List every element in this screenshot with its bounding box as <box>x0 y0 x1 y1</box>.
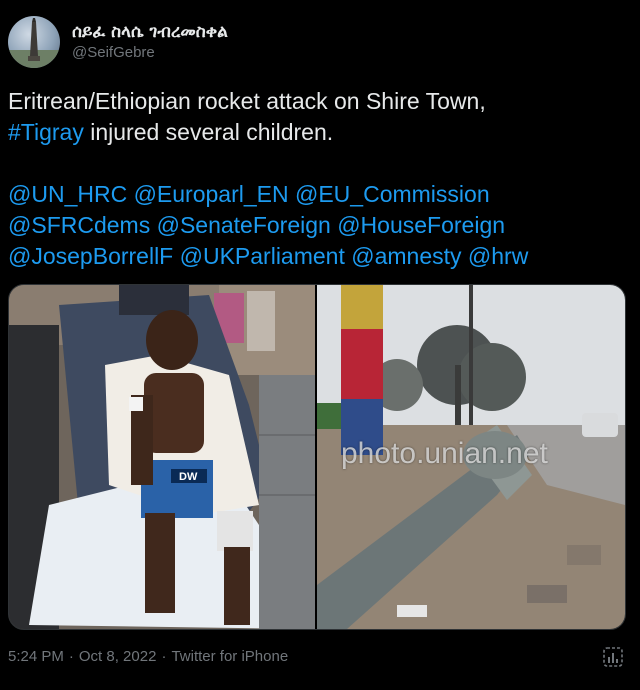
tweet-text-segment: injured several children. <box>83 119 334 145</box>
tweet-text-line: #Tigray injured several children. <box>8 117 628 148</box>
mentions-line[interactable]: @JosepBorrellF @UKParliament @amnesty @h… <box>8 241 628 272</box>
display-name[interactable]: ሰይፈ ስላሴ ገብረመስቀል <box>72 21 228 43</box>
photo-injured-child[interactable]: DW <box>9 285 315 629</box>
tweet-time[interactable]: 5:24 PM <box>8 648 64 665</box>
tweet-meta: 5:24 PM · Oct 8, 2022 · Twitter for iPho… <box>8 648 288 665</box>
photo-watermark: photo.unian.net <box>341 437 548 470</box>
dw-logo: DW <box>179 471 198 483</box>
analytics-icon[interactable] <box>602 646 624 668</box>
tweet-header: ሰይፈ ስላሴ ገብረመስቀል @SeifGebre <box>8 14 228 70</box>
tweet-text: Eritrean/Ethiopian rocket attack on Shir… <box>8 86 628 272</box>
tweet-text-line: Eritrean/Ethiopian rocket attack on Shir… <box>8 86 628 117</box>
mentions-line[interactable]: @SFRCdems @SenateForeign @HouseForeign <box>8 210 628 241</box>
user-handle[interactable]: @SeifGebre <box>72 43 228 63</box>
tweet: ሰይፈ ስላሴ ገብረመስቀል @SeifGebre Eritrean/Ethi… <box>0 0 640 690</box>
mentions-line[interactable]: @UN_HRC @Europarl_EN @EU_Commission <box>8 179 628 210</box>
meta-separator: · <box>68 648 74 665</box>
tweet-source[interactable]: Twitter for iPhone <box>171 648 288 665</box>
hashtag-link[interactable]: #Tigray <box>8 119 84 145</box>
tweet-date[interactable]: Oct 8, 2022 <box>79 648 157 665</box>
tweet-text-segment: Eritrean/Ethiopian rocket attack on Shir… <box>8 88 486 114</box>
photo-rocket-remains[interactable]: photo.unian.net <box>317 285 625 629</box>
avatar[interactable] <box>8 16 60 68</box>
meta-separator: · <box>161 648 167 665</box>
media-grid: DW photo.unian.net <box>8 284 626 630</box>
